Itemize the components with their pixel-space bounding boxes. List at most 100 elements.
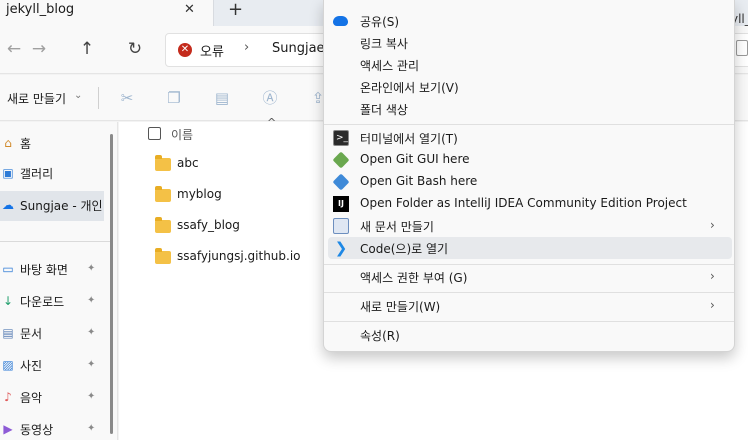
menu-item-git-bash[interactable]: Open Git Bash here [328,171,732,193]
menu-item-share[interactable]: 공유(S) [328,10,732,32]
menu-item-git-gui[interactable]: Open Git GUI here [328,149,732,171]
home-icon: ⌂ [4,136,12,150]
menu-divider [324,321,734,322]
copy-icon[interactable]: ❐ [165,89,183,107]
pin-icon[interactable]: ✦ [87,391,95,402]
sidebar-divider [0,241,112,242]
file-name: abc [177,156,199,170]
sidebar-item-onedrive[interactable]: ☁ Sungjae - 개인 [0,191,104,221]
file-name: myblog [177,187,222,201]
folder-icon [155,217,171,233]
back-arrow-icon[interactable]: ← [3,38,25,60]
sidebar-item-downloads[interactable]: ↓ 다운로드 ✦ [0,287,104,317]
vscode-icon: ❯ [334,239,348,257]
sidebar-item-home[interactable]: ⌂ 홈 [0,129,104,159]
pin-icon[interactable]: ✦ [87,295,95,306]
menu-item-label: 공유(S) [360,15,400,29]
sidebar-item-desktop[interactable]: ▭ 바탕 화면 ✦ [0,255,104,285]
menu-item-label: 온라인에서 보기(V) [360,81,459,95]
menu-item-label: 새 문서 만들기 [360,220,434,234]
menu-item-folder-color[interactable]: 폴더 색상 [328,98,732,120]
cut-icon[interactable]: ✂ [118,89,136,107]
pin-icon[interactable]: ✦ [87,327,95,338]
paste-icon[interactable]: ▤ [213,89,231,107]
menu-item-manage-access[interactable]: 액세스 관리 [328,54,732,76]
gallery-icon: ▣ [2,166,14,180]
tab-title: jekyll_blog [6,2,75,17]
navigation-pane: ⌂ 홈 ▣ 갤러리 ☁ Sungjae - 개인 ▭ 바탕 화면 ✦ ↓ 다운로… [0,122,118,440]
intellij-icon: IJ [333,196,349,212]
toolbar-divider [98,87,99,109]
sidebar-item-videos[interactable]: ▶ 동영상 ✦ [0,415,104,440]
sidebar-item-label: 사진 [20,359,43,373]
menu-divider [324,124,734,125]
onedrive-share-icon [333,16,348,26]
menu-item-label: Open Git Bash here [360,174,478,188]
window-edge-icon [736,40,748,56]
menu-item-give-access[interactable]: 액세스 권한 부여 (G) › [328,266,732,288]
sidebar-scrollbar[interactable] [110,134,113,434]
new-document-icon [333,218,349,234]
menu-item-open-terminal[interactable]: >_ 터미널에서 열기(T) [328,127,732,149]
menu-divider [324,292,734,293]
menu-item-label: 터미널에서 열기(T) [360,132,458,146]
menu-item-label: Open Folder as IntelliJ IDEA Community E… [360,196,687,210]
menu-item-label: 속성(R) [360,329,400,343]
new-button[interactable]: 새로 만들기 [7,90,66,107]
pin-icon[interactable]: ✦ [87,423,95,434]
pin-icon[interactable]: ✦ [87,263,95,274]
breadcrumb-user[interactable]: Sungjae [272,41,325,56]
sidebar-item-documents[interactable]: ▤ 문서 ✦ [0,319,104,349]
chevron-right-icon: › [710,269,715,283]
new-tab-button[interactable]: + [228,0,243,20]
pin-icon[interactable]: ✦ [87,359,95,370]
folder-icon [155,155,171,171]
rename-icon[interactable]: Ⓐ [261,89,279,107]
sidebar-item-music[interactable]: ♪ 음악 ✦ [0,383,104,413]
menu-item-label: 새로 만들기(W) [360,300,441,314]
desktop-icon: ▭ [2,262,14,276]
menu-divider [324,264,734,265]
up-arrow-icon[interactable]: ↑ [76,38,98,60]
chevron-right-icon: › [710,218,715,232]
menu-item-new[interactable]: 새로 만들기(W) › [328,295,732,317]
menu-item-open-vscode[interactable]: ❯ Code(으)로 열기 [328,237,732,259]
menu-item-label: 액세스 관리 [360,59,420,73]
sidebar-item-pictures[interactable]: ▨ 사진 ✦ [0,351,104,381]
sidebar-item-label: 홈 [20,137,32,151]
chevron-right-icon[interactable]: › [244,40,249,55]
sidebar-item-label: 바탕 화면 [20,263,68,277]
menu-item-open-intellij[interactable]: IJ Open Folder as IntelliJ IDEA Communit… [328,193,732,215]
git-gui-icon [332,151,350,169]
select-all-checkbox[interactable] [148,127,161,140]
error-icon: ✕ [178,43,192,57]
error-label[interactable]: 오류 [200,41,224,60]
videos-icon: ▶ [3,422,13,436]
sort-arrow-icon: ^ [267,116,277,129]
file-name: ssafy_blog [177,218,240,232]
tab-jekyll-blog[interactable]: jekyll_blog ✕ [0,0,214,26]
chevron-right-icon: › [710,298,715,312]
terminal-icon: >_ [333,130,349,146]
menu-item-label: 링크 복사 [360,37,408,51]
folder-icon [155,186,171,202]
file-name: ssafyjungsj.github.io [177,249,301,263]
refresh-icon[interactable]: ↻ [124,38,146,60]
forward-arrow-icon[interactable]: → [28,38,50,60]
menu-item-copy-link[interactable]: 링크 복사 [328,32,732,54]
sidebar-item-label: 동영상 [20,423,54,437]
sidebar-item-label: 갤러리 [20,167,54,181]
sidebar-item-label: 문서 [20,327,43,341]
column-header-name[interactable]: 이름 [171,126,193,143]
context-menu: 공유(S) 링크 복사 액세스 관리 온라인에서 보기(V) 폴더 색상 >_ … [323,0,735,352]
close-icon[interactable]: ✕ [184,2,195,17]
menu-item-properties[interactable]: 속성(R) [328,324,732,346]
sidebar-item-gallery[interactable]: ▣ 갤러리 [0,159,104,189]
menu-item-new-document[interactable]: 새 문서 만들기 › [328,215,732,237]
chevron-down-icon[interactable]: ⌄ [74,90,82,101]
folder-icon [155,248,171,264]
download-icon: ↓ [2,294,14,308]
menu-item-view-online[interactable]: 온라인에서 보기(V) [328,76,732,98]
onedrive-icon: ☁ [2,198,14,212]
menu-item-label: Code(으)로 열기 [360,242,449,256]
